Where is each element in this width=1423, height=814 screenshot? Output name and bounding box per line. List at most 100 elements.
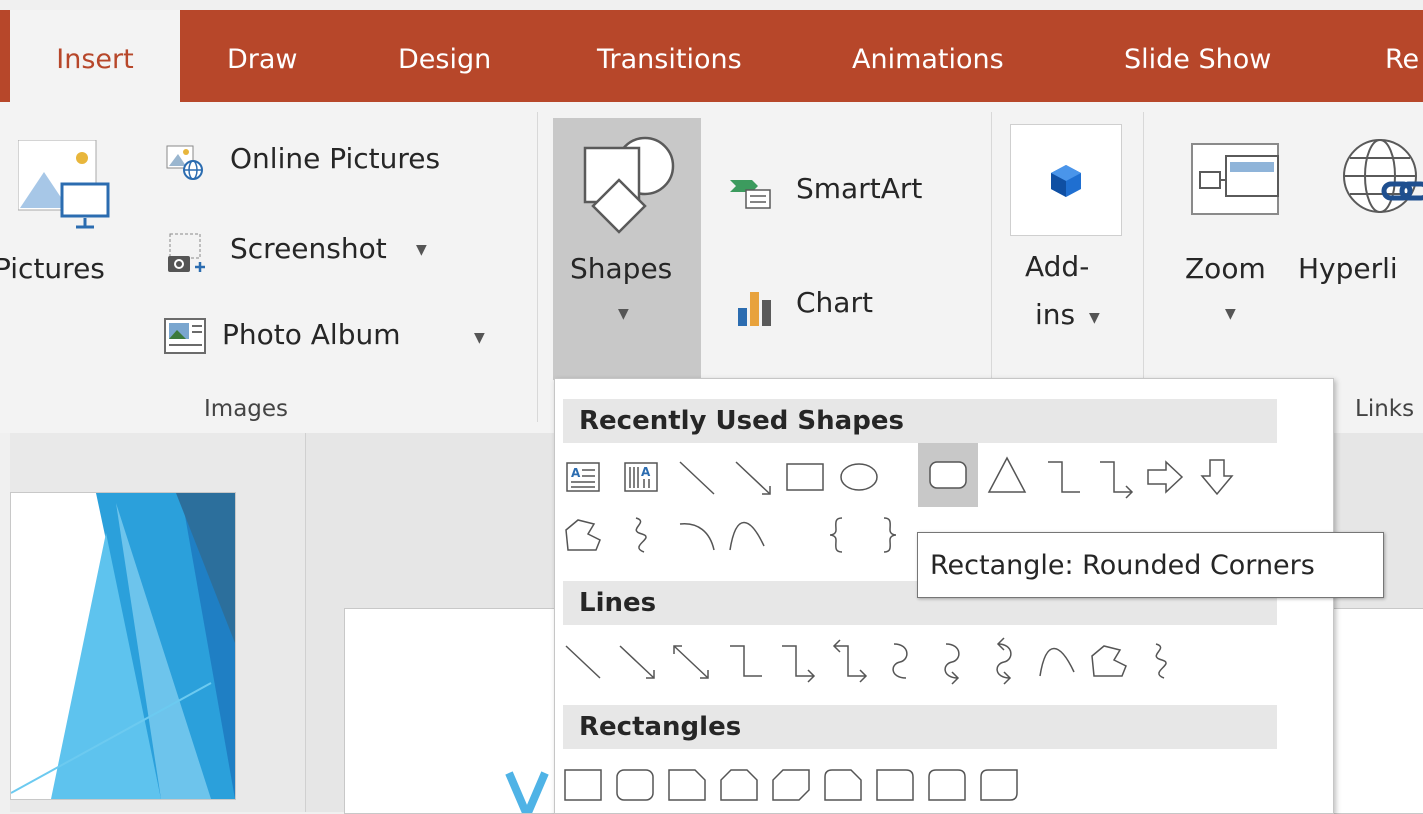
snip-single-corner-rectangle-icon (668, 769, 706, 801)
rect-shape-snip-single-corner[interactable] (667, 765, 707, 805)
rect-shape-snip-same-side[interactable] (719, 765, 759, 805)
shape-left-brace[interactable] (817, 515, 857, 555)
photo-album-button[interactable]: Photo Album ▼ (160, 312, 500, 362)
smartart-button[interactable]: SmartArt (724, 168, 964, 218)
lines-shape-line[interactable] (563, 641, 603, 681)
rect-shape-round-diagonal[interactable] (979, 765, 1019, 805)
shape-right-arrow[interactable] (1145, 457, 1185, 497)
category-rectangles: Rectangles (563, 705, 1277, 749)
pictures-button[interactable]: Pictures (0, 136, 125, 316)
svg-text:A: A (641, 465, 651, 479)
screenshot-button[interactable]: Screenshot ▼ (160, 226, 460, 276)
zoom-dropdown-arrow-icon: ▼ (1225, 306, 1236, 322)
rectangle-icon (786, 463, 824, 491)
snip-same-side-rectangle-icon (720, 769, 758, 801)
smartart-icon (730, 180, 771, 209)
photo-album-icon (164, 318, 206, 354)
hyperlink-label: Hyperli (1300, 252, 1398, 285)
text-box-icon: A (566, 462, 600, 492)
lines-shape-elbow[interactable] (725, 641, 765, 681)
tab-insert[interactable]: Insert (10, 10, 180, 102)
smartart-label: SmartArt (796, 172, 923, 205)
shape-elbow-connector[interactable] (1043, 457, 1083, 497)
lines-shape-freeform[interactable] (1089, 641, 1129, 681)
elbow-connector-icon (1048, 461, 1080, 493)
line-icon (679, 461, 715, 495)
lines-shape-curve[interactable] (1037, 641, 1077, 681)
tab-review[interactable]: Re (1385, 10, 1419, 102)
shape-arc[interactable] (677, 515, 717, 555)
links-group-label: Links (1355, 396, 1415, 422)
rounded-rectangle-icon (616, 769, 654, 801)
right-brace-icon (883, 517, 897, 553)
lines-shape-elbow-double-arrow[interactable] (829, 639, 869, 683)
triangle-icon (987, 456, 1027, 493)
right-arrow-icon (1147, 460, 1184, 494)
oval-icon (840, 463, 878, 491)
elbow-double-arrow-icon (832, 639, 868, 683)
shape-elbow-arrow-connector[interactable] (1095, 457, 1135, 499)
tab-design[interactable]: Design (398, 10, 491, 102)
shape-scribble[interactable] (621, 515, 661, 555)
lines-shape-elbow-arrow[interactable] (777, 641, 817, 683)
shape-down-arrow[interactable] (1197, 457, 1237, 497)
curved-double-arrow-icon (996, 637, 1012, 685)
photo-album-dropdown-arrow-icon[interactable]: ▼ (474, 330, 485, 346)
scribble-icon (635, 517, 647, 553)
elbow-arrow-connector-icon (782, 645, 816, 683)
scribble-icon (1155, 643, 1167, 679)
lines-shape-curved-arrow[interactable] (933, 641, 973, 685)
shape-line[interactable] (677, 457, 717, 497)
shape-rectangle[interactable] (785, 457, 825, 497)
tab-slide-show[interactable]: Slide Show (1124, 10, 1271, 102)
rect-shape-round-same-side[interactable] (927, 765, 967, 805)
left-brace-icon (829, 517, 843, 553)
hyperlink-button[interactable]: Hyperli (1300, 136, 1423, 336)
shape-triangle[interactable] (987, 455, 1027, 495)
tab-transitions[interactable]: Transitions (597, 10, 742, 102)
rect-shape-snip-round[interactable] (823, 765, 863, 805)
shapes-button[interactable]: Shapes ▼ (553, 118, 701, 380)
shape-vertical-text-box[interactable]: A (621, 457, 661, 497)
shapes-dropdown-arrow-icon: ▼ (618, 306, 629, 322)
lines-shape-double-arrow[interactable] (671, 641, 711, 681)
rect-shape-snip-diagonal[interactable] (771, 765, 811, 805)
pictures-icon (18, 140, 110, 229)
rect-shape-rounded[interactable] (615, 765, 655, 805)
store-cube-icon (1051, 165, 1081, 197)
line-arrow-icon (735, 461, 771, 495)
tab-draw[interactable]: Draw (227, 10, 298, 102)
zoom-button[interactable]: Zoom ▼ (1170, 136, 1300, 336)
lines-shape-curved-connector[interactable] (881, 641, 921, 681)
lines-shape-curved-double-arrow[interactable] (985, 637, 1025, 685)
rect-shape-round-single-corner[interactable] (875, 765, 915, 805)
slide-thumbnail-graphic (11, 493, 235, 799)
rect-shape-rectangle[interactable] (563, 765, 603, 805)
photo-album-label: Photo Album (222, 318, 401, 351)
group-separator (537, 112, 538, 422)
online-pictures-label: Online Pictures (230, 142, 441, 175)
tab-animations[interactable]: Animations (852, 10, 1004, 102)
arc-icon (679, 523, 715, 551)
screenshot-icon (168, 233, 205, 272)
shape-oval[interactable] (839, 457, 879, 497)
addins-dropdown-arrow-icon: ▼ (1089, 310, 1100, 326)
elbow-arrow-connector-icon (1100, 461, 1134, 499)
addins-button[interactable]: Add- ins ▼ (1010, 246, 1122, 346)
shape-rounded-rectangle-selected[interactable] (918, 443, 978, 507)
lines-shape-scribble[interactable] (1141, 641, 1181, 681)
line-arrow-icon (619, 645, 655, 679)
lines-shape-arrow[interactable] (617, 641, 657, 681)
store-addins-tile[interactable] (1010, 124, 1122, 236)
chart-button[interactable]: Chart (724, 282, 964, 334)
category-recently-used-shapes: Recently Used Shapes (563, 399, 1277, 443)
online-pictures-button[interactable]: Online Pictures (160, 138, 490, 186)
shape-text-box[interactable]: A (563, 457, 603, 497)
shape-freeform[interactable] (563, 515, 603, 555)
shape-right-brace[interactable] (869, 515, 909, 555)
shape-line-arrow[interactable] (733, 457, 773, 497)
curved-connector-icon (892, 643, 908, 679)
hyperlink-globe-icon (1343, 139, 1423, 213)
slide-thumbnail[interactable] (10, 492, 236, 800)
shape-curve[interactable] (727, 515, 767, 555)
